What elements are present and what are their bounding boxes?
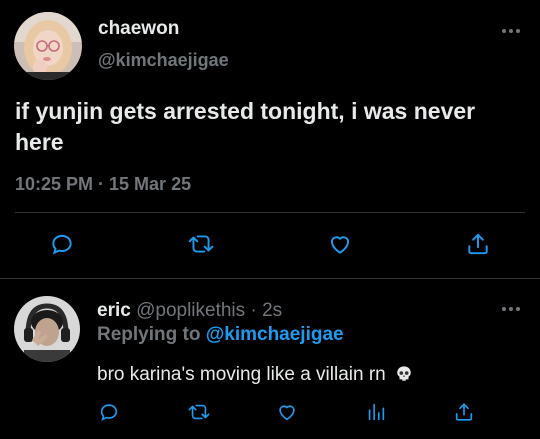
reply-header: eric @poplikethis · 2s bbox=[97, 300, 282, 322]
reply-text-body: bro karina's moving like a villain rn bbox=[97, 364, 386, 385]
avatar[interactable] bbox=[14, 12, 82, 80]
retweet-icon[interactable] bbox=[186, 230, 216, 258]
reply-text: bro karina's moving like a villain rn bbox=[97, 364, 413, 389]
tweet-thread: chaewon @kimchaejigae if yunjin gets arr… bbox=[0, 0, 540, 439]
display-name[interactable]: eric bbox=[97, 300, 131, 321]
like-icon[interactable] bbox=[326, 230, 354, 258]
timestamp[interactable]: 2s bbox=[262, 300, 282, 321]
main-tweet: chaewon @kimchaejigae if yunjin gets arr… bbox=[0, 0, 540, 279]
handle[interactable]: @kimchaejigae bbox=[98, 50, 229, 71]
reply-icon[interactable] bbox=[97, 400, 121, 424]
divider bbox=[0, 278, 540, 279]
replying-to-link[interactable]: @kimchaejigae bbox=[206, 324, 344, 345]
share-icon[interactable] bbox=[464, 230, 492, 258]
replying-to-label: Replying to bbox=[97, 324, 201, 345]
skull-emoji-icon bbox=[395, 365, 413, 389]
replying-to: Replying to @kimchaejigae bbox=[97, 324, 344, 346]
analytics-icon[interactable] bbox=[364, 400, 388, 424]
divider bbox=[15, 212, 525, 213]
tweet-text: if yunjin gets arrested tonight, i was n… bbox=[15, 98, 476, 155]
avatar[interactable] bbox=[14, 296, 80, 362]
retweet-icon[interactable] bbox=[186, 400, 212, 424]
more-horizontal-icon[interactable] bbox=[500, 26, 522, 36]
handle[interactable]: @poplikethis bbox=[136, 300, 245, 321]
separator: · bbox=[250, 300, 257, 321]
like-icon[interactable] bbox=[275, 400, 299, 424]
share-icon[interactable] bbox=[452, 400, 476, 424]
timestamp[interactable]: 10:25 PM · 15 Mar 25 bbox=[15, 174, 191, 195]
display-name[interactable]: chaewon bbox=[98, 18, 179, 40]
more-horizontal-icon[interactable] bbox=[500, 304, 522, 314]
reply-icon[interactable] bbox=[48, 230, 76, 258]
